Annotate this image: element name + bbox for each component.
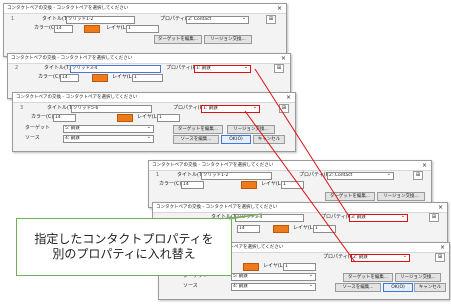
color-input[interactable]: 14 (181, 181, 204, 189)
swap-region-button[interactable]: リージョン交換... (377, 192, 425, 201)
edit-source-button[interactable]: ソースを編集... (173, 135, 219, 144)
source-label: ソース (183, 283, 198, 289)
id-label: 1 (156, 172, 160, 178)
close-icon[interactable]: × (438, 203, 443, 212)
color-swatch[interactable] (84, 25, 100, 33)
edit-target-button[interactable]: ターゲットを編集... (173, 125, 223, 134)
contact-pair-dialog-4: コンタクトペアの交換 - コンタクトペアを選択してください × 1 タイトル(T)… (148, 160, 432, 208)
color-input[interactable]: 14 (60, 74, 79, 82)
title-input[interactable]: ソリッド3-4 (70, 65, 161, 73)
color-swatch[interactable] (273, 225, 289, 233)
lock-icon[interactable]: ⊞ (429, 213, 439, 222)
contact-pair-dialog-3: コンタクトペアの交換 - コンタクトペアを選択してください × 3 タイトル(T)… (12, 92, 296, 152)
color-swatch[interactable] (241, 181, 257, 189)
dialog-title: コンタクトペアの交換 - コンタクトペアを選択してください (16, 95, 138, 100)
swap-region-button[interactable]: リージョン交換... (204, 35, 252, 44)
color-label: カラー(C): (31, 114, 56, 120)
layer-input[interactable]: 1 (283, 263, 316, 271)
dialog-titlebar: コンタクトペアの交換 - コンタクトペアを選択してください × (8, 54, 290, 64)
layer-input[interactable]: 1 (126, 25, 159, 33)
close-icon[interactable]: × (440, 243, 445, 252)
layer-input[interactable]: 1 (132, 74, 163, 82)
dialog-titlebar: コンタクトペアの交換 - コンタクトペアを選択してください × (153, 203, 447, 213)
contact-pair-dialog-1: コンタクトペアの交換 - コンタクトペアを選択してください × 1 タイトル(T)… (3, 3, 287, 57)
color-input[interactable]: 14 (54, 25, 73, 33)
color-label: カラー(C): (159, 181, 184, 187)
color-input[interactable]: 14 (237, 225, 260, 233)
source-select[interactable]: 4: 鋼鉄 (63, 135, 154, 143)
callout-text: 指定したコンタクトプロパティを 別のプロパティに入れ替え (17, 232, 231, 262)
source-select[interactable]: 4: 鋼鉄 (231, 283, 316, 291)
property-select[interactable]: 2: Contact (327, 172, 394, 180)
property-select[interactable]: 1: 鋼鉄 (201, 105, 260, 113)
lock-icon[interactable]: ⊞ (266, 15, 276, 24)
target-select[interactable]: 5: 鋼鉄 (63, 125, 154, 133)
ok-button[interactable]: OK(O) (383, 283, 413, 292)
title-input[interactable]: ソリッド1-2 (201, 172, 272, 180)
lock-icon[interactable]: ⊞ (413, 171, 423, 180)
cancel-button[interactable]: キャンセル (253, 135, 285, 144)
id-label: 3 (20, 105, 24, 111)
title-input[interactable]: ソリッド3-4 (235, 214, 304, 222)
dialog-title: コンタクトペアの交換 - コンタクトペアを選択してください (7, 6, 129, 11)
source-label: ソース (25, 135, 40, 141)
color-label: カラー(C): (38, 74, 63, 80)
edit-target-button[interactable]: ターゲットを編集... (154, 35, 202, 44)
color-swatch[interactable] (243, 263, 259, 271)
edit-target-button[interactable]: ターゲットを編集... (343, 273, 393, 282)
dialog-title: コンタクトペアの交換 - コンタクトペアを選択してください (11, 56, 133, 61)
color-swatch[interactable] (117, 114, 133, 122)
dialog-title: コンタクトペアの交換 - コンタクトペアを選択してください (156, 205, 278, 210)
ok-button[interactable]: OK(O) (221, 135, 251, 144)
color-swatch[interactable] (92, 74, 108, 82)
close-icon[interactable]: × (277, 4, 282, 13)
swap-region-button[interactable]: リージョン交換... (395, 273, 441, 282)
edit-target-button[interactable]: ターゲットを編集... (325, 192, 375, 201)
dialog-titlebar: コンタクトペアの交換 - コンタクトペアを選択してください × (4, 4, 286, 14)
property-select[interactable]: 2: Contact (186, 16, 249, 24)
layer-input[interactable]: 1 (281, 181, 304, 189)
dialog-titlebar: コンタクトペアの交換 - コンタクトペアを選択してください × (13, 93, 295, 103)
dialog-titlebar: コンタクトペアの交換 - コンタクトペアを選択してください × (149, 161, 431, 171)
target-select[interactable]: 5: 鋼鉄 (231, 273, 316, 281)
id-label: 1 (11, 16, 15, 22)
title-label: タイトル(T): (44, 65, 73, 71)
callout-line-2: 別のプロパティに入れ替え (52, 247, 196, 261)
target-label: ターゲット (25, 125, 51, 131)
lock-icon[interactable]: ⊞ (279, 104, 289, 113)
lock-icon[interactable]: ⊞ (274, 64, 284, 73)
dialog-title: コンタクトペアの交換 - コンタクトペアを選択してください (152, 163, 274, 168)
swap-region-button[interactable]: リージョン交換... (227, 125, 275, 134)
id-label: 2 (15, 65, 19, 71)
property-select[interactable]: 3: 鋼鉄 (349, 214, 408, 222)
layer-input[interactable]: 1 (313, 225, 336, 233)
lock-icon[interactable]: ⊞ (435, 253, 445, 262)
title-input[interactable]: ソリッド1-2 (66, 16, 135, 24)
callout-line-1: 指定したコンタクトプロパティを (34, 232, 214, 246)
cancel-button[interactable]: キャンセル (414, 283, 446, 292)
property-select[interactable]: 1: 鋼鉄 (194, 65, 251, 73)
title-input[interactable]: ソリッド5-6 (71, 105, 152, 113)
property-select[interactable]: 2: 鋼鉄 (351, 254, 410, 262)
annotation-callout: 指定したコンタクトプロパティを 別のプロパティに入れ替え (16, 218, 232, 276)
close-icon[interactable]: × (422, 161, 427, 170)
close-icon[interactable]: × (281, 54, 286, 63)
edit-source-button[interactable]: ソースを編集... (335, 283, 381, 292)
color-input[interactable]: 14 (53, 114, 76, 122)
close-icon[interactable]: × (286, 93, 291, 102)
layer-input[interactable]: 1 (157, 114, 180, 122)
